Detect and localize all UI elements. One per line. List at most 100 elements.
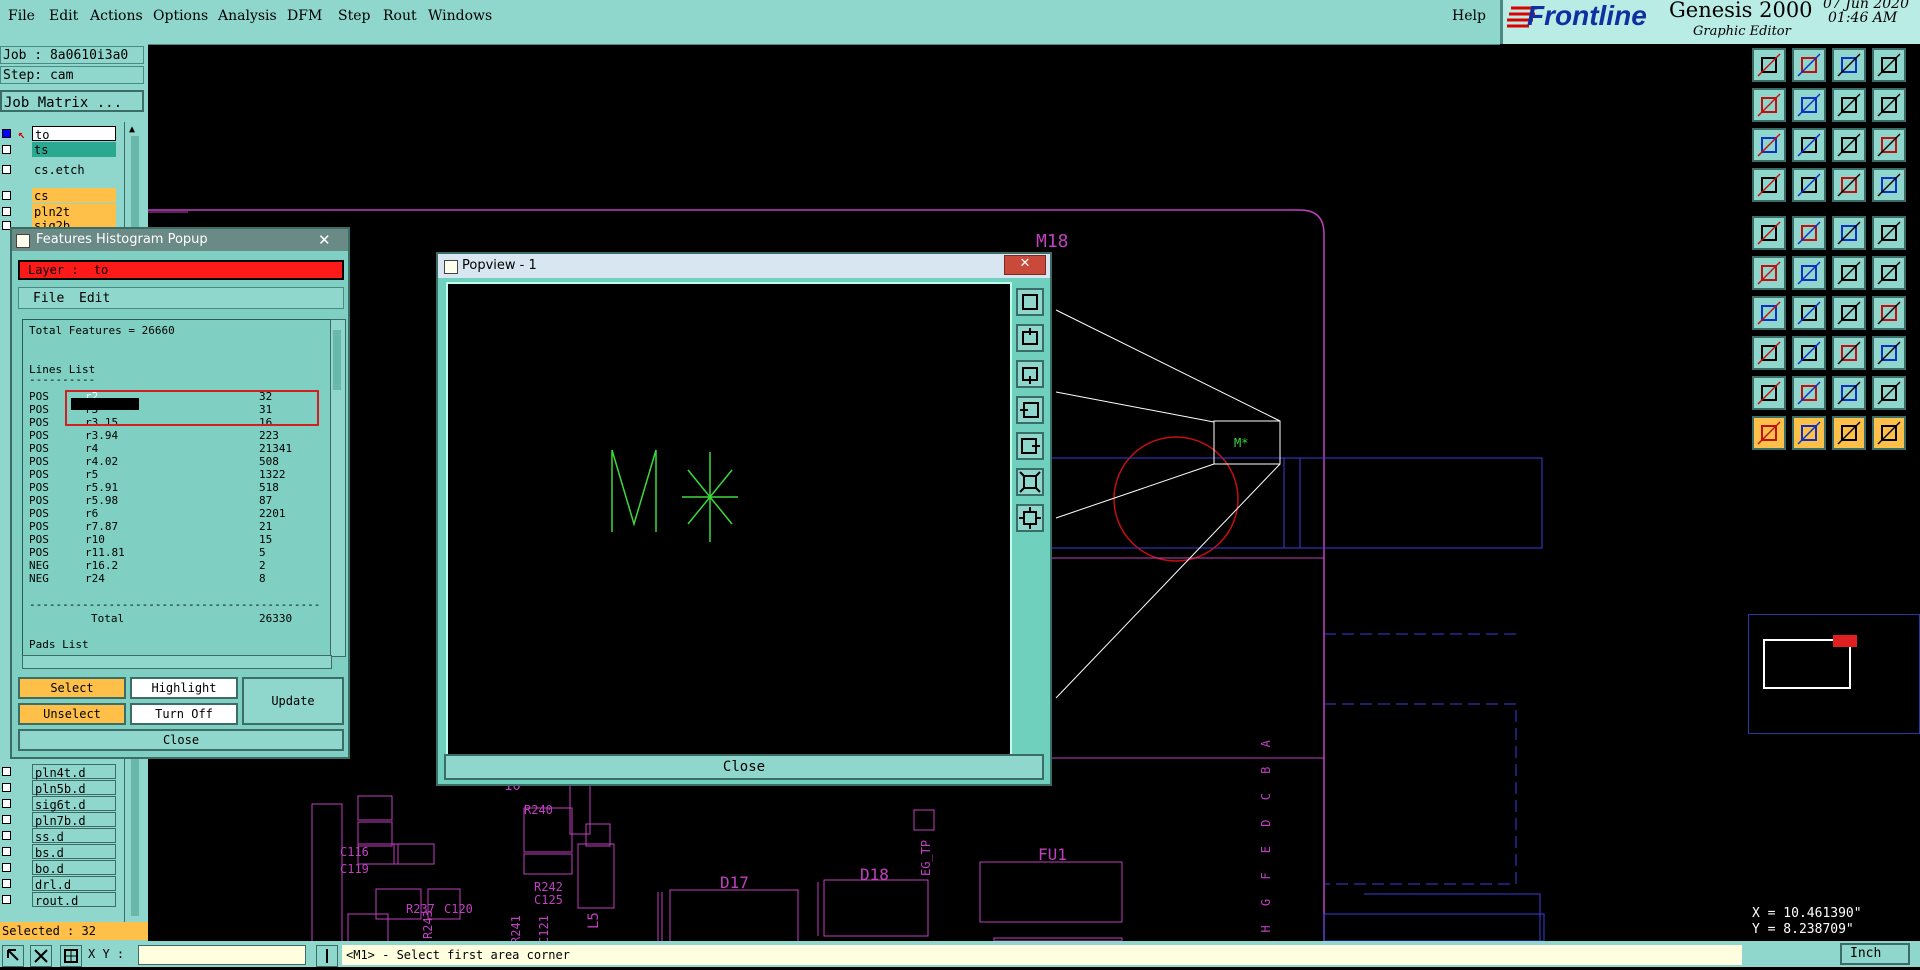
- connect-icon[interactable]: [1752, 256, 1786, 290]
- histogram-row-count[interactable]: 5: [259, 546, 266, 559]
- histogram-row-symbol[interactable]: r24: [85, 572, 105, 585]
- line-icon[interactable]: [1792, 216, 1826, 250]
- histogram-row-polarity[interactable]: POS: [29, 520, 49, 533]
- update-button[interactable]: Update: [242, 677, 344, 725]
- select-single-icon[interactable]: [1792, 416, 1826, 450]
- popview-close-button[interactable]: Close: [444, 754, 1044, 780]
- undo-icon[interactable]: [1832, 88, 1866, 122]
- surface-icon[interactable]: [1872, 216, 1906, 250]
- measure-box-icon[interactable]: [1872, 336, 1906, 370]
- menu-options[interactable]: Options: [153, 8, 208, 24]
- triangle-b-icon[interactable]: [1832, 376, 1866, 410]
- histogram-row-polarity[interactable]: POS: [29, 442, 49, 455]
- histogram-row-symbol[interactable]: r10: [85, 533, 105, 546]
- highlight-button[interactable]: Highlight: [130, 677, 238, 699]
- popview-fit-icon[interactable]: [1016, 468, 1044, 496]
- triangle-c-icon[interactable]: [1872, 376, 1906, 410]
- layer-row[interactable]: ss.d: [0, 828, 120, 844]
- layer-row[interactable]: bo.d: [0, 860, 120, 876]
- input-icon[interactable]: [1752, 88, 1786, 122]
- overview-viewport[interactable]: [1833, 635, 1857, 647]
- layer-checkbox[interactable]: [2, 815, 11, 824]
- layer-checkbox[interactable]: [2, 879, 11, 888]
- layer-checkbox[interactable]: [2, 145, 11, 154]
- histogram-row-symbol[interactable]: r5: [85, 468, 98, 481]
- layer-checkbox[interactable]: [2, 847, 11, 856]
- histogram-menu-file[interactable]: File: [33, 291, 64, 306]
- split-icon[interactable]: [1872, 296, 1906, 330]
- drill-icon[interactable]: [1752, 336, 1786, 370]
- layer-checkbox[interactable]: [2, 165, 11, 174]
- units-selector[interactable]: Inch: [1840, 943, 1910, 965]
- menu-help[interactable]: Help: [1452, 8, 1486, 24]
- slope-icon[interactable]: [1792, 296, 1826, 330]
- histogram-menu-edit[interactable]: Edit: [79, 291, 110, 306]
- layer-row[interactable]: pln7b.d: [0, 812, 120, 828]
- histogram-row-polarity[interactable]: POS: [29, 416, 49, 429]
- histogram-row-count[interactable]: 21: [259, 520, 272, 533]
- histogram-row-count[interactable]: 518: [259, 481, 279, 494]
- histogram-row-symbol[interactable]: r5.98: [85, 494, 118, 507]
- popview-zoom-out-icon[interactable]: [1016, 360, 1044, 388]
- histogram-row-polarity[interactable]: POS: [29, 481, 49, 494]
- menu-edit[interactable]: Edit: [49, 8, 78, 24]
- histogram-row-count[interactable]: 2201: [259, 507, 286, 520]
- histogram-row-polarity[interactable]: POS: [29, 468, 49, 481]
- histogram-row-polarity[interactable]: POS: [29, 390, 49, 403]
- net-highlight-icon[interactable]: [1872, 168, 1906, 202]
- select-button[interactable]: Select: [18, 677, 126, 699]
- layer-row[interactable]: rout.d: [0, 892, 120, 908]
- histogram-titlebar[interactable]: Features Histogram Popup ✕: [12, 229, 348, 251]
- histogram-row-polarity[interactable]: POS: [29, 546, 49, 559]
- select-net-icon[interactable]: [1872, 416, 1906, 450]
- copy-layer-icon[interactable]: [1752, 48, 1786, 82]
- histogram-row-polarity[interactable]: POS: [29, 507, 49, 520]
- histogram-close-button[interactable]: Close: [18, 729, 344, 751]
- move-node-icon[interactable]: [1832, 256, 1866, 290]
- close-icon[interactable]: ✕: [1004, 255, 1046, 275]
- histogram-row-symbol[interactable]: r7.87: [85, 520, 118, 533]
- histogram-row-count[interactable]: 87: [259, 494, 272, 507]
- histogram-row-polarity[interactable]: POS: [29, 455, 49, 468]
- popview-zoom-in-icon[interactable]: [1016, 324, 1044, 352]
- histogram-row-count[interactable]: 2: [259, 559, 266, 572]
- layer-checkbox[interactable]: [2, 831, 11, 840]
- delete-icon[interactable]: [1792, 256, 1826, 290]
- layer-checkbox[interactable]: [2, 767, 11, 776]
- layer-checkbox[interactable]: [2, 783, 11, 792]
- move-layer-icon[interactable]: [1792, 48, 1826, 82]
- popview-titlebar[interactable]: Popview - 1 ✕: [438, 254, 1050, 278]
- histogram-row-count[interactable]: 508: [259, 455, 279, 468]
- trim-icon[interactable]: [1792, 336, 1826, 370]
- menu-windows[interactable]: Windows: [428, 8, 492, 24]
- angle-icon[interactable]: [1752, 296, 1786, 330]
- histogram-row-symbol[interactable]: r16.2: [85, 559, 118, 572]
- cross-tool-icon[interactable]: [30, 945, 52, 967]
- layer-checkbox[interactable]: [2, 799, 11, 808]
- popview-zoom-home-icon[interactable]: [1016, 288, 1044, 316]
- select-arrow-icon[interactable]: [1752, 416, 1786, 450]
- histogram-row-symbol[interactable]: r3.94: [85, 429, 118, 442]
- histogram-row-count[interactable]: 223: [259, 429, 279, 442]
- layer-checkbox[interactable]: [2, 191, 11, 200]
- attr-icon[interactable]: [1832, 336, 1866, 370]
- snap-icon[interactable]: [1792, 168, 1826, 202]
- layer-checkbox[interactable]: [2, 207, 11, 216]
- unselect-button[interactable]: Unselect: [18, 703, 126, 725]
- overview-map[interactable]: [1748, 614, 1920, 734]
- histogram-vertical-scrollbar[interactable]: [330, 319, 346, 657]
- zoom-center-icon[interactable]: [1792, 128, 1826, 162]
- arrow-tool-icon[interactable]: [2, 945, 24, 967]
- histogram-row-polarity[interactable]: NEG: [29, 572, 49, 585]
- help-icon[interactable]: [1872, 128, 1906, 162]
- layer-row-cs-etch[interactable]: cs.etch: [0, 162, 120, 178]
- add-node-icon[interactable]: [1872, 256, 1906, 290]
- measure-icon[interactable]: [1752, 168, 1786, 202]
- popview-pan-left-icon[interactable]: [1016, 396, 1044, 424]
- layer-row[interactable]: pln4t.d: [0, 764, 120, 780]
- arc-icon[interactable]: [1832, 296, 1866, 330]
- layer-checkbox[interactable]: [2, 895, 11, 904]
- output-icon[interactable]: [1792, 88, 1826, 122]
- pointer-tool-icon[interactable]: [316, 945, 338, 967]
- histogram-row-polarity[interactable]: POS: [29, 533, 49, 546]
